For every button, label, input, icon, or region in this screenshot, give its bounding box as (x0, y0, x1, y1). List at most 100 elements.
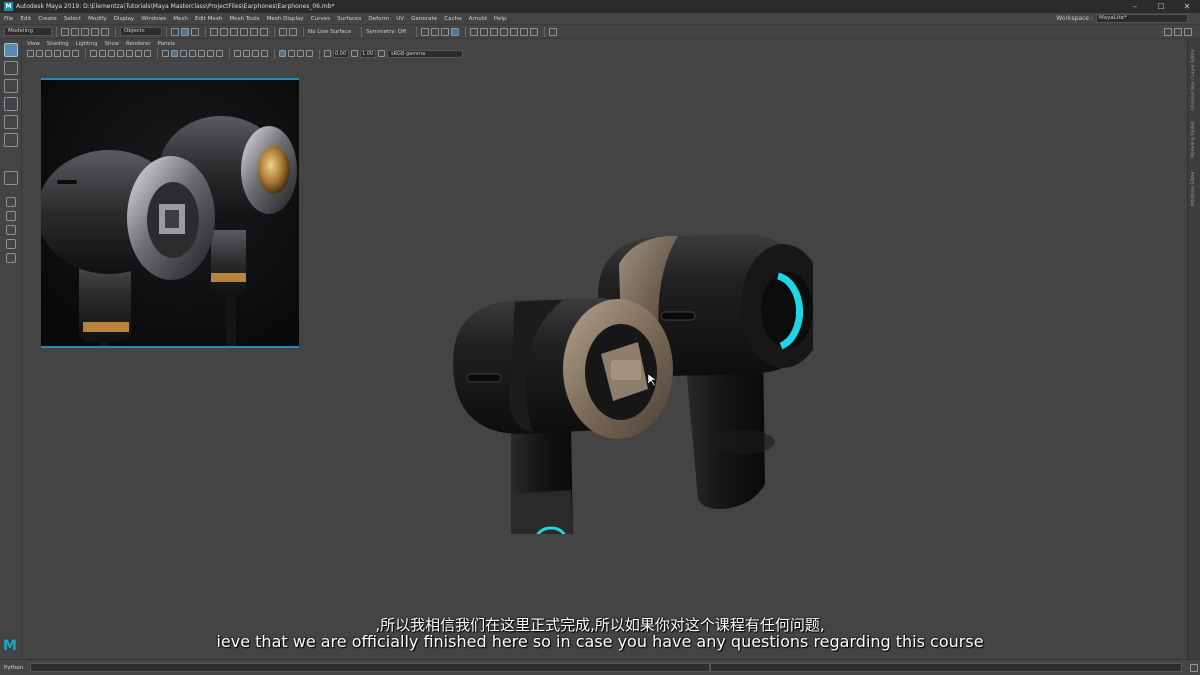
minimize-button[interactable]: – (1122, 2, 1148, 11)
menu-cache[interactable]: Cache (444, 16, 461, 22)
command-language-toggle[interactable]: Python (4, 665, 24, 671)
lasso-tool-icon[interactable] (3, 61, 18, 75)
outliner-layout-icon[interactable] (5, 239, 16, 249)
two-pane-layout-icon[interactable] (5, 253, 16, 263)
motion-blur-icon[interactable] (243, 50, 250, 57)
redo-icon[interactable] (101, 27, 109, 36)
grease-pencil-icon[interactable] (72, 50, 79, 57)
menu-curves[interactable]: Curves (311, 16, 330, 22)
construction-history-icon[interactable] (289, 27, 297, 36)
select-by-object-type-icon[interactable] (181, 27, 189, 36)
gamma-field[interactable]: 1.00 (360, 49, 376, 58)
snap-to-view-plane-icon[interactable] (240, 27, 248, 36)
exposure-field[interactable]: 0.00 (333, 49, 349, 58)
select-camera-icon[interactable] (27, 50, 34, 57)
rotate-tool-icon[interactable] (3, 115, 18, 129)
arnold-light-icon[interactable] (480, 27, 489, 36)
arnold-pause-icon[interactable] (530, 27, 539, 36)
grid-icon[interactable] (90, 50, 97, 57)
close-button[interactable]: ✕ (1174, 2, 1200, 11)
resolution-gate-icon[interactable] (108, 50, 115, 57)
viewport-panel[interactable]: View Shading Lighting Show Renderer Pane… (23, 39, 1187, 659)
select-by-component-icon[interactable] (191, 27, 199, 36)
view-transform-dropdown[interactable]: sRGB gamma (387, 49, 463, 58)
four-view-layout-icon[interactable] (5, 211, 16, 221)
workspace-dropdown[interactable]: MayaLite* (1096, 14, 1188, 23)
film-gate-icon[interactable] (99, 50, 106, 57)
viewport-menu-panels[interactable]: Panels (158, 41, 175, 47)
2d-pan-zoom-icon[interactable] (63, 50, 70, 57)
menu-file[interactable]: File (4, 16, 13, 22)
menu-edit[interactable]: Edit (20, 16, 31, 22)
arnold-sky-icon[interactable] (490, 27, 499, 36)
snap-to-grid-icon[interactable] (210, 27, 218, 36)
undo-icon[interactable] (91, 27, 99, 36)
snap-to-live-icon[interactable] (250, 27, 258, 36)
wireframe-icon[interactable] (162, 50, 169, 57)
open-scene-icon[interactable] (71, 27, 79, 36)
attribute-editor-tab[interactable]: Attribute Editor (1191, 171, 1196, 206)
screen-space-ambient-occlusion-icon[interactable] (234, 50, 241, 57)
paint-select-tool-icon[interactable] (3, 79, 18, 93)
ipr-render-icon[interactable] (431, 27, 440, 36)
menu-arnold[interactable]: Arnold (469, 16, 487, 22)
bookmarks-icon[interactable] (45, 50, 52, 57)
snap-to-curve-icon[interactable] (220, 27, 228, 36)
maximize-button[interactable]: ☐ (1148, 2, 1174, 11)
input-output-icon[interactable] (279, 27, 287, 36)
arnold-render-view-icon[interactable] (470, 27, 479, 36)
channel-box-toggle-icon[interactable] (1184, 27, 1192, 36)
render-settings-icon[interactable] (441, 27, 450, 36)
select-by-hierarchy-icon[interactable] (171, 27, 179, 36)
camera-attributes-icon[interactable] (36, 50, 43, 57)
persp-outliner-layout-icon[interactable] (5, 225, 16, 235)
menu-generate[interactable]: Generate (411, 16, 437, 22)
field-chart-icon[interactable] (126, 50, 133, 57)
menu-modify[interactable]: Modify (88, 16, 107, 22)
selection-mode-dropdown[interactable]: Objects (120, 27, 162, 36)
menu-mesh-display[interactable]: Mesh Display (267, 16, 304, 22)
arnold-mesh-light-icon[interactable] (510, 27, 519, 36)
isolate-select-icon[interactable] (279, 50, 286, 57)
use-default-material-icon[interactable] (180, 50, 187, 57)
arnold-photometric-light-icon[interactable] (520, 27, 529, 36)
menu-mesh-tools[interactable]: Mesh Tools (229, 16, 259, 22)
channel-box-tab[interactable]: Channel Box / Layer Editor (1191, 49, 1196, 110)
menu-surfaces[interactable]: Surfaces (337, 16, 361, 22)
new-scene-icon[interactable] (61, 27, 69, 36)
render-current-frame-icon[interactable] (421, 27, 430, 36)
viewport-menu-lighting[interactable]: Lighting (76, 41, 98, 47)
textured-icon[interactable] (198, 50, 205, 57)
viewport-menu-renderer[interactable]: Renderer (126, 41, 151, 47)
menu-edit-mesh[interactable]: Edit Mesh (195, 16, 222, 22)
safe-title-icon[interactable] (144, 50, 151, 57)
attribute-editor-toggle-icon[interactable] (1174, 27, 1182, 36)
menu-create[interactable]: Create (38, 16, 57, 22)
menu-help[interactable]: Help (494, 16, 507, 22)
single-perspective-view-icon[interactable] (5, 197, 16, 207)
depth-of-field-icon[interactable] (261, 50, 268, 57)
menu-mesh[interactable]: Mesh (173, 16, 188, 22)
earphones-3d-model[interactable] (423, 194, 813, 534)
last-tool-used-icon[interactable] (3, 171, 18, 185)
menu-select[interactable]: Select (64, 16, 81, 22)
shadows-icon[interactable] (216, 50, 223, 57)
menu-windows[interactable]: Windows (141, 16, 166, 22)
scale-tool-icon[interactable] (3, 133, 18, 147)
gate-mask-icon[interactable] (117, 50, 124, 57)
menu-display[interactable]: Display (114, 16, 135, 22)
modeling-toolkit-tab[interactable]: Modeling Toolkit (1191, 121, 1196, 158)
live-surface-label[interactable]: No Live Surface (308, 29, 351, 35)
arnold-skydome-icon[interactable] (500, 27, 509, 36)
command-input[interactable] (30, 663, 710, 672)
save-scene-icon[interactable] (81, 27, 89, 36)
viewport-menu-shading[interactable]: Shading (47, 41, 69, 47)
snap-to-point-icon[interactable] (230, 27, 238, 36)
move-tool-icon[interactable] (3, 97, 18, 111)
multisample-antialiasing-icon[interactable] (252, 50, 259, 57)
xray-active-components-icon[interactable] (306, 50, 313, 57)
use-all-lights-icon[interactable] (207, 50, 214, 57)
select-tool-icon[interactable] (3, 43, 18, 57)
color-management-icon[interactable] (378, 50, 385, 57)
exposure-icon[interactable] (324, 50, 331, 57)
